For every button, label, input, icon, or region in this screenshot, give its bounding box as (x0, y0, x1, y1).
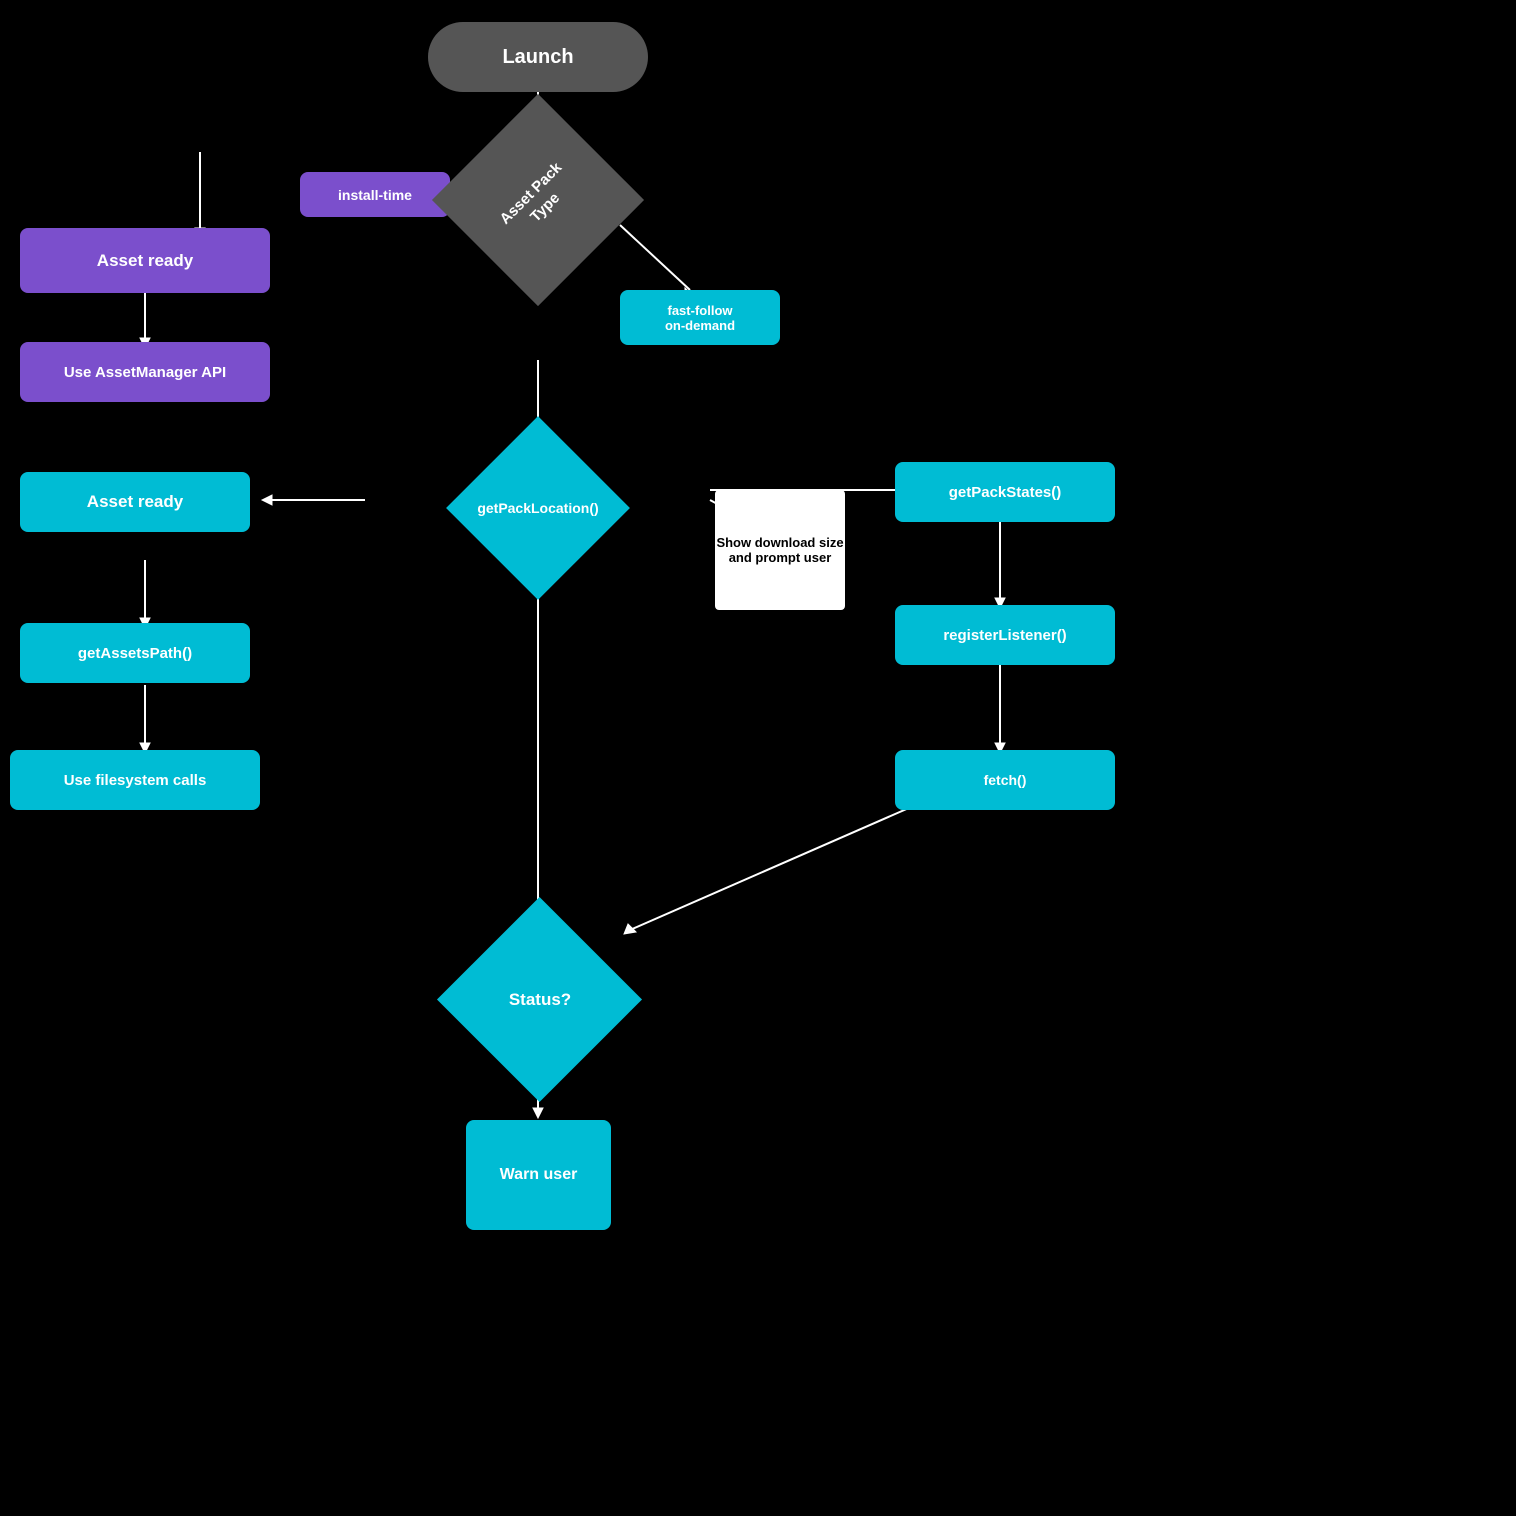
get-assets-path: getAssetsPath() (20, 623, 250, 683)
fetch-asset-pack: fetch() (895, 750, 1115, 810)
use-filesystem-calls: Use filesystem calls (10, 750, 260, 810)
asset-pack-type-diamond: Asset PackType (458, 120, 618, 280)
asset-ready-2: Asset ready (20, 472, 250, 532)
use-asset-manager-api: Use AssetManager API (20, 342, 270, 402)
asset-ready-1: Asset ready (20, 228, 270, 293)
warn-user: Warn user (466, 1120, 611, 1230)
install-time-label: install-time (300, 172, 450, 217)
register-listener: registerListener() (895, 605, 1115, 665)
launch-node: Launch (428, 22, 648, 92)
show-download-size: Show download size and prompt user (715, 490, 845, 610)
fast-follow-label: fast-followon-demand (620, 290, 780, 345)
get-pack-states: getPackStates() (895, 462, 1115, 522)
status-diamond: Status? (460, 920, 620, 1080)
get-pack-location-diamond: getPackLocation() (363, 438, 713, 578)
